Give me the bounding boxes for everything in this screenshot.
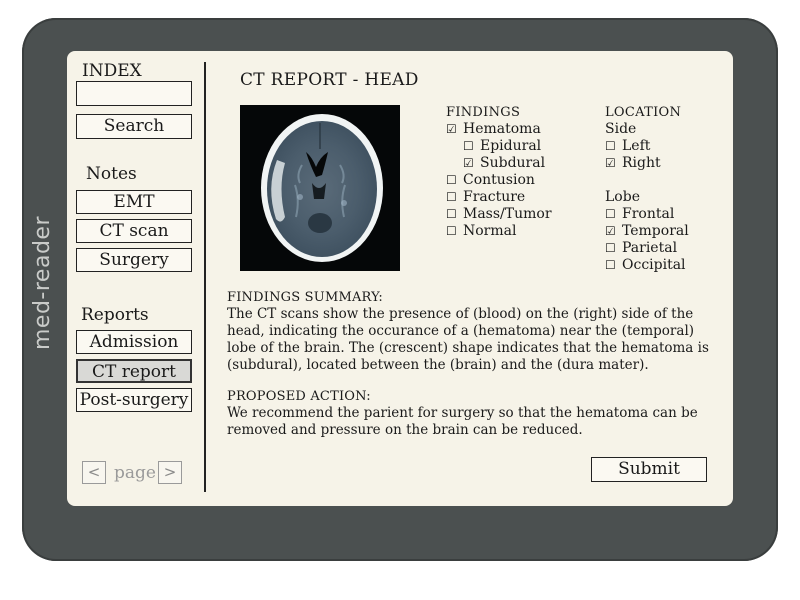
checkbox-empty-icon[interactable]: ☐ xyxy=(605,138,619,155)
notes-item-surgery[interactable]: Surgery xyxy=(76,248,192,272)
location-section: LOCATION Side ☐ Left ☑ Right Lobe ☐ Frontal… xyxy=(605,104,689,274)
page-title: CT REPORT - HEAD xyxy=(240,70,419,90)
checkbox-checked-icon[interactable]: ☑ xyxy=(463,155,477,172)
search-button[interactable]: Search xyxy=(76,114,192,139)
findings-section: FINDINGS ☑ Hematoma ☐ Epidural ☑ Subdural ☐… xyxy=(446,104,552,240)
reports-item-admission[interactable]: Admission xyxy=(76,330,192,354)
lobe-occipital[interactable]: ☐ Occipital xyxy=(605,257,689,274)
notes-item-emt[interactable]: EMT xyxy=(76,190,192,214)
findings-epidural[interactable]: ☐ Epidural xyxy=(446,138,552,155)
lobe-frontal[interactable]: ☐ Frontal xyxy=(605,206,689,223)
reports-label: Reports xyxy=(81,305,149,325)
checkbox-checked-icon[interactable]: ☑ xyxy=(446,121,460,138)
findings-contusion[interactable]: ☐ Contusion xyxy=(446,172,552,189)
findings-subdural[interactable]: ☑ Subdural xyxy=(446,155,552,172)
next-page-button[interactable]: > xyxy=(158,461,182,484)
findings-fracture[interactable]: ☐ Fracture xyxy=(446,189,552,206)
checkbox-empty-icon[interactable]: ☐ xyxy=(605,257,619,274)
findings-summary: FINDINGS SUMMARY: The CT scans show the … xyxy=(227,289,727,374)
checkbox-empty-icon[interactable]: ☐ xyxy=(605,240,619,257)
findings-hematoma[interactable]: ☑ Hematoma xyxy=(446,121,552,138)
ct-scan-image xyxy=(240,105,400,271)
side-left[interactable]: ☐ Left xyxy=(605,138,689,155)
proposed-action: PROPOSED ACTION: We recommend the parien… xyxy=(227,388,727,439)
submit-button[interactable]: Submit xyxy=(591,457,707,482)
checkbox-empty-icon[interactable]: ☐ xyxy=(446,172,460,189)
proposed-action-header: PROPOSED ACTION: xyxy=(227,389,371,404)
findings-mass-tumor[interactable]: ☐ Mass/Tumor xyxy=(446,206,552,223)
checkbox-checked-icon[interactable]: ☑ xyxy=(605,155,619,172)
notes-item-ct-scan[interactable]: CT scan xyxy=(76,219,192,243)
findings-header: FINDINGS xyxy=(446,105,521,120)
lobe-parietal[interactable]: ☐ Parietal xyxy=(605,240,689,257)
checkbox-empty-icon[interactable]: ☐ xyxy=(446,206,460,223)
notes-label: Notes xyxy=(86,164,137,184)
checkbox-checked-icon[interactable]: ☑ xyxy=(605,223,619,240)
checkbox-empty-icon[interactable]: ☐ xyxy=(463,138,477,155)
checkbox-empty-icon[interactable]: ☐ xyxy=(446,223,460,240)
checkbox-empty-icon[interactable]: ☐ xyxy=(446,189,460,206)
reports-item-post-surgery[interactable]: Post-surgery xyxy=(76,388,192,412)
checkbox-empty-icon[interactable]: ☐ xyxy=(605,206,619,223)
prev-page-button[interactable]: < xyxy=(82,461,106,484)
lobe-label: Lobe xyxy=(605,189,640,205)
findings-summary-text: The CT scans show the presence of (blood… xyxy=(227,306,709,373)
side-right[interactable]: ☑ Right xyxy=(605,155,689,172)
search-input[interactable] xyxy=(76,81,192,106)
ct-brain-svg xyxy=(240,105,400,271)
index-label: INDEX xyxy=(82,61,142,81)
sidebar-divider xyxy=(204,62,206,492)
reports-item-ct-report[interactable]: CT report xyxy=(76,359,192,383)
page-label: page xyxy=(114,463,156,483)
location-header: LOCATION xyxy=(605,105,682,120)
side-label: Side xyxy=(605,121,637,137)
proposed-action-text: We recommend the parient for surgery so … xyxy=(227,405,698,438)
findings-summary-header: FINDINGS SUMMARY: xyxy=(227,290,383,305)
findings-normal[interactable]: ☐ Normal xyxy=(446,223,552,240)
lobe-temporal[interactable]: ☑ Temporal xyxy=(605,223,689,240)
device-brand-label: med-reader xyxy=(30,216,55,350)
